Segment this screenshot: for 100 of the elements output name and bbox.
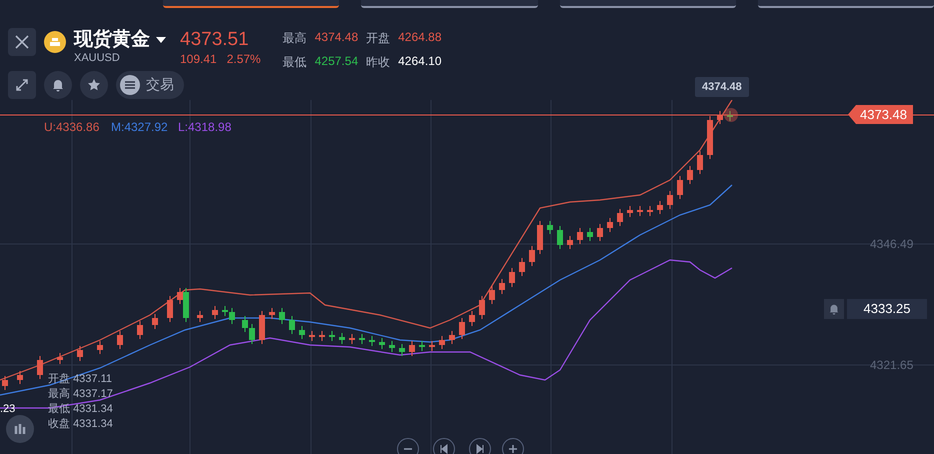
candlestick	[17, 370, 23, 384]
candlestick	[137, 320, 143, 340]
candlestick	[607, 218, 613, 232]
last-price: 4373.51	[180, 28, 250, 52]
candlestick	[379, 338, 385, 350]
market-tab[interactable]	[163, 0, 340, 8]
stat-label: 昨收	[366, 54, 390, 71]
candlestick	[197, 310, 203, 322]
next-icon	[475, 444, 485, 454]
candlestick	[459, 318, 465, 340]
alert-button[interactable]	[44, 71, 72, 99]
candlestick	[529, 246, 535, 266]
stat-value: 4374.48	[314, 30, 358, 46]
price-alert-button[interactable]	[824, 299, 844, 319]
candlestick	[687, 166, 693, 184]
candlestick	[657, 200, 663, 214]
price-change: 109.41	[180, 52, 217, 66]
coin-icon	[44, 31, 66, 53]
candlestick	[449, 330, 455, 344]
instrument-name: 现货黄金	[74, 28, 150, 52]
candlestick	[77, 346, 83, 362]
candlestick	[537, 220, 543, 254]
expand-button[interactable]	[8, 71, 36, 99]
star-icon	[87, 78, 101, 92]
stat-label: 开盘	[366, 30, 390, 47]
next-button[interactable]	[469, 438, 491, 454]
market-tab[interactable]	[361, 0, 538, 8]
candlestick	[499, 278, 505, 294]
candlestick	[697, 150, 703, 174]
close-icon	[14, 34, 30, 50]
candlestick	[389, 340, 395, 352]
candlestick	[289, 316, 295, 334]
ohlc-readout: 收盘 4331.34	[48, 417, 113, 431]
candlestick	[309, 330, 315, 342]
price-change-percent: 2.57%	[226, 52, 261, 66]
expand-icon	[15, 78, 29, 92]
candlestick	[329, 330, 335, 342]
candlestick	[117, 330, 123, 350]
bell-icon	[828, 303, 840, 315]
candlestick	[152, 314, 158, 330]
stat-value: 4264.10	[398, 54, 442, 70]
favorite-button[interactable]	[80, 71, 108, 99]
candlestick	[667, 190, 673, 210]
candlestick	[577, 228, 583, 244]
live-price-dot	[724, 108, 738, 122]
candlestick	[399, 344, 405, 356]
high-price-tag: 4374.48	[695, 77, 749, 97]
candlestick	[567, 236, 573, 250]
caret-icon[interactable]	[156, 37, 166, 43]
candlestick	[97, 340, 103, 354]
zoom-out-button[interactable]	[397, 438, 419, 454]
candlestick	[627, 206, 633, 218]
candlestick	[259, 310, 265, 344]
previous-button[interactable]	[433, 438, 455, 454]
candlestick	[617, 208, 623, 226]
list-icon	[120, 75, 140, 95]
candles-icon	[13, 422, 27, 436]
candlestick	[212, 306, 218, 320]
indicator-button[interactable]	[6, 415, 34, 443]
candlestick	[339, 332, 345, 344]
candlestick	[269, 308, 275, 320]
instrument-symbol: XAUUSD	[74, 52, 121, 64]
bell-icon	[51, 78, 65, 92]
stat-value: 4264.88	[398, 30, 442, 46]
candlestick	[547, 220, 553, 234]
candlestick	[37, 356, 43, 380]
zoom-in-icon	[508, 444, 518, 454]
candlestick	[677, 176, 683, 200]
candlestick	[349, 334, 355, 344]
candlestick	[587, 228, 593, 242]
band-value: L:4318.98	[178, 120, 232, 134]
candlestick	[429, 340, 435, 352]
candlestick	[279, 308, 285, 324]
candlestick	[319, 330, 325, 342]
candlestick	[369, 336, 375, 346]
candlestick	[479, 296, 485, 320]
candlestick	[637, 206, 643, 216]
candlestick	[299, 326, 305, 340]
candlestick	[519, 258, 525, 276]
market-tab[interactable]	[560, 0, 736, 8]
zoom-in-button[interactable]	[502, 438, 524, 454]
candlestick	[167, 296, 173, 322]
alert-price: 4333.25	[847, 299, 927, 319]
market-tab[interactable]	[758, 0, 934, 8]
candlestick	[707, 116, 713, 160]
stat-label: 最低	[282, 54, 307, 71]
candlestick	[557, 226, 563, 250]
candlestick	[419, 340, 425, 352]
axis-label: 4346.49	[870, 237, 914, 251]
axis-label: 4321.65	[870, 358, 914, 372]
candlestick	[489, 286, 495, 304]
candlestick	[647, 206, 653, 216]
candlestick	[57, 352, 63, 364]
candlestick	[439, 336, 445, 350]
candlestick	[717, 110, 723, 124]
trade-button[interactable]: 交易	[116, 71, 184, 99]
stat-value: 4257.54	[314, 54, 358, 70]
current-price-tag: 4373.48	[848, 105, 913, 124]
close-button[interactable]	[8, 28, 36, 56]
candlestick	[409, 340, 415, 356]
